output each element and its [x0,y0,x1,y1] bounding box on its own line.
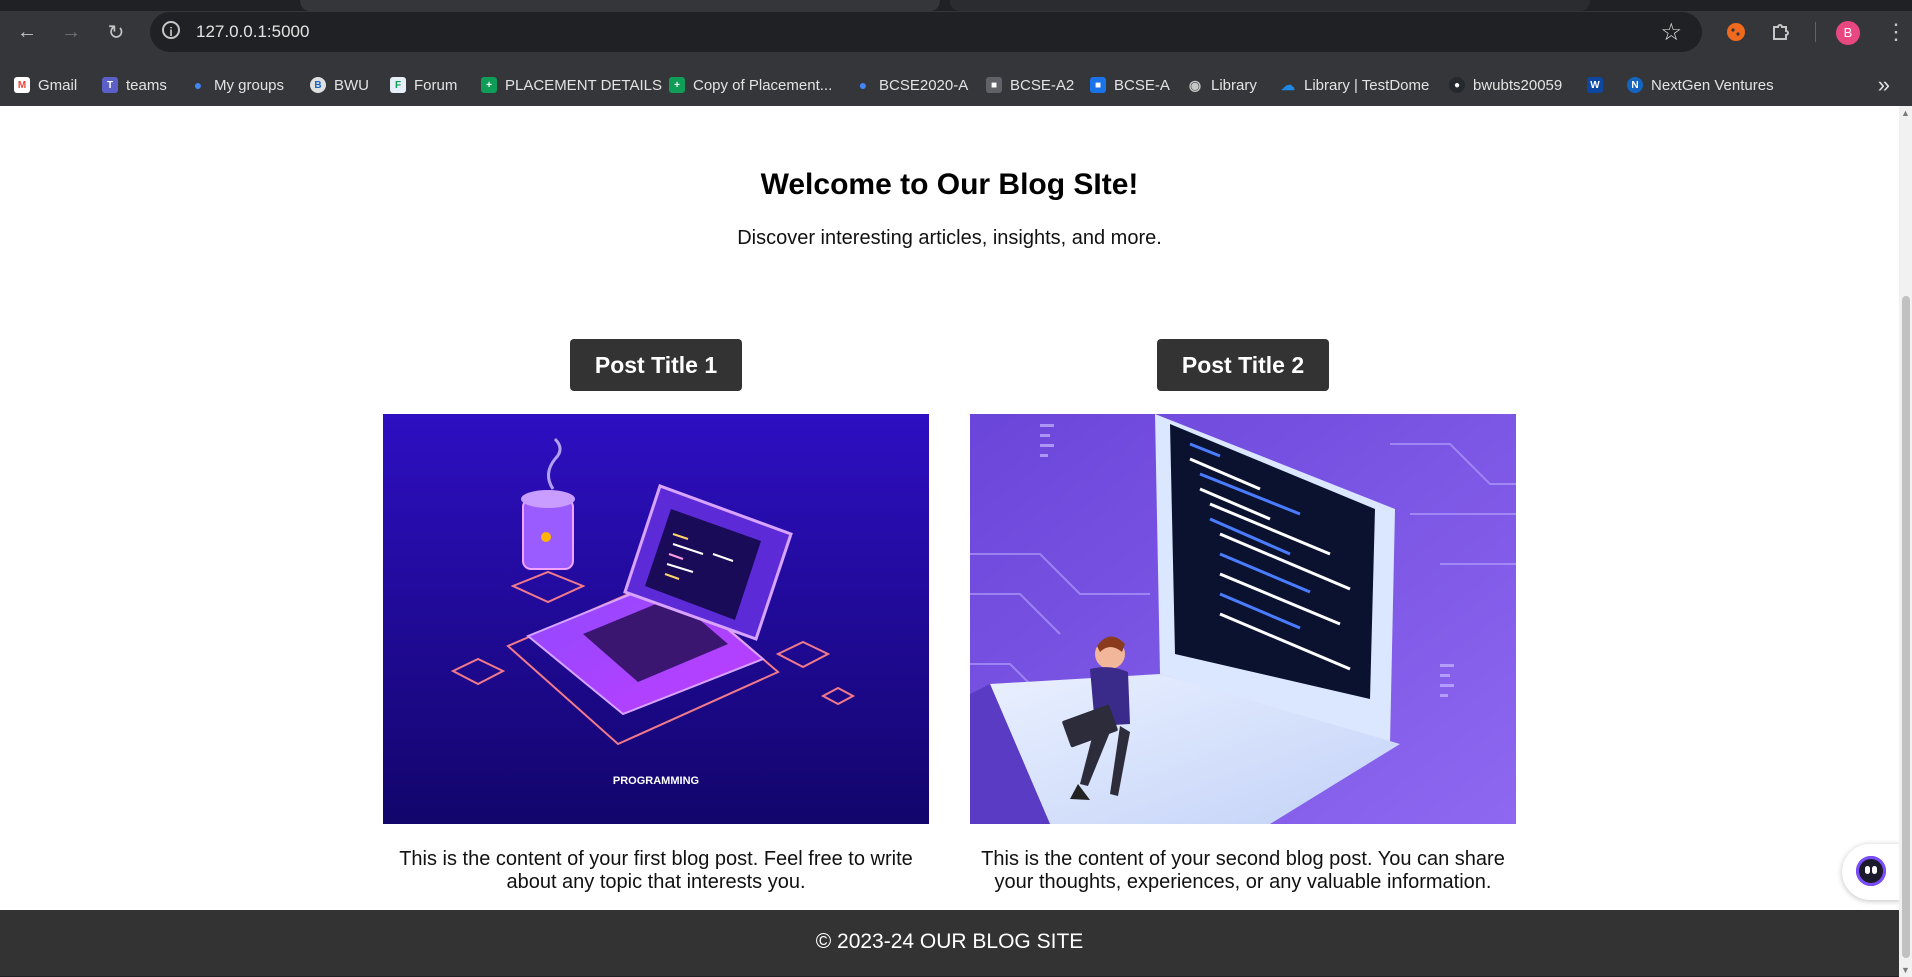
bookmarks-bar: M Gmail T teams ● My groups B BWU F Foru… [0,64,1912,107]
bookmark-label: teams [126,76,167,94]
address-bar[interactable]: i 127.0.0.1:5000 ☆ [150,12,1702,52]
bookmark-copy-of-placement[interactable]: + Copy of Placement... [669,74,832,96]
puzzle-icon [1773,24,1789,40]
bookmark-label: PLACEMENT DETAILS [505,76,662,94]
sheets-icon: + [481,77,497,93]
bookmark-bcse2020-a[interactable]: ● BCSE2020-A [855,74,968,96]
classroom-icon: ■ [1090,77,1106,93]
page-title: Welcome to Our Blog SIte! [760,168,1139,201]
chatbot-icon [1856,856,1886,886]
bookmark-bcse-a2[interactable]: ■ BCSE-A2 [986,74,1074,96]
w-icon: W [1587,77,1603,93]
gmail-icon: M [14,77,30,93]
bookmark-label: Library [1211,76,1257,94]
toolbar-separator [1815,22,1816,42]
bookmark-label: BWU [334,76,369,94]
cloud-icon: ☁ [1281,76,1295,93]
scroll-up-icon[interactable]: ▲ [1901,108,1910,118]
bookmark-label: BCSE-A [1114,76,1170,94]
post-title-button-1[interactable]: Post Title 1 [569,339,743,391]
arrow-left-icon: ← [17,20,37,43]
post-image-2 [970,414,1516,824]
bookmark-label: My groups [214,76,285,94]
arrow-right-icon: → [61,20,81,43]
post-excerpt-2: This is the content of your second blog … [981,848,1505,893]
globe-icon: ◉ [1188,76,1202,93]
bookmark-label: Library | TestDome [1304,76,1430,94]
inactive-tab-edge[interactable] [950,0,1590,11]
bookmark-bwu[interactable]: B BWU [310,74,369,96]
bookmark-teams[interactable]: T teams [102,74,167,96]
bwu-icon: B [310,77,326,93]
teams-icon: T [102,77,118,93]
reload-button[interactable]: ↻ [100,16,132,48]
bookmark-label: BCSE2020-A [879,76,969,94]
github-icon: ● [1449,77,1465,93]
scroll-down-icon[interactable]: ▼ [1901,965,1910,975]
page-subtitle: Discover interesting articles, insights,… [737,227,1162,249]
profile-avatar[interactable]: B [1836,21,1860,45]
bookmark-library-testdome[interactable]: ☁ Library | TestDome [1280,74,1429,96]
bookmark-label: BCSE-A2 [1010,76,1075,94]
nextgen-icon: N [1627,77,1643,93]
browser-menu-icon[interactable]: ⋮ [1885,16,1907,48]
sheets-icon: + [669,77,685,93]
forum-icon: F [390,77,406,93]
page-scrollbar[interactable]: ▲ ▼ [1899,106,1912,977]
bookmark-label: Gmail [38,76,78,94]
url-text[interactable]: 127.0.0.1:5000 [196,22,309,42]
back-button[interactable]: ← [11,16,43,48]
extension-cookie-icon [1727,23,1745,41]
reload-icon: ↻ [107,21,125,44]
groups-icon: ● [193,77,203,93]
browser-toolbar: ← → ↻ i 127.0.0.1:5000 ☆ B ⋮ [0,0,1912,64]
groups-icon: ● [858,77,868,93]
bookmarks-overflow-icon[interactable]: » [1878,72,1890,98]
tab-strip [0,0,1912,11]
extension-button[interactable] [1720,16,1752,48]
bookmark-label: Forum [414,76,458,94]
site-info-icon[interactable]: i [162,21,180,39]
bookmark-label: bwubts20059 [1473,76,1563,94]
bookmark-label: NextGen Ventures [1651,76,1774,94]
bookmark-gmail[interactable]: M Gmail [14,74,77,96]
extensions-menu-button[interactable] [1764,16,1796,48]
bookmark-label: Copy of Placement... [693,76,833,94]
scrollbar-thumb[interactable] [1902,296,1910,958]
blog-post-card-1: Post Title 1 PROGRAMMING This is the con… [383,339,929,894]
post-title-button-2[interactable]: Post Title 2 [1156,339,1330,391]
bookmark-star-icon[interactable]: ☆ [1660,18,1682,47]
bookmark-nextgen-ventures[interactable]: N NextGen Ventures [1627,74,1774,96]
site-footer: © 2023-24 OUR BLOG SITE [0,910,1899,976]
image-caption: PROGRAMMING [613,775,699,787]
laptop-illustration: PROGRAMMING [383,414,929,824]
bookmark-bcse-a[interactable]: ■ BCSE-A [1090,74,1170,96]
blog-post-card-2: Post Title 2 This is the content of your… [970,339,1516,894]
bookmark-bwubts20059[interactable]: ● bwubts20059 [1449,74,1562,96]
bookmark-w[interactable]: W [1587,74,1611,96]
classroom-icon: ■ [986,77,1002,93]
bookmark-forum[interactable]: F Forum [390,74,457,96]
page-viewport: Welcome to Our Blog SIte! Discover inter… [0,106,1899,976]
assistant-widget-button[interactable] [1842,844,1899,900]
bookmark-my-groups[interactable]: ● My groups [190,74,284,96]
post-image-1: PROGRAMMING [383,414,929,824]
bookmark-placement-details[interactable]: + PLACEMENT DETAILS [481,74,662,96]
post-excerpt-1: This is the content of your first blog p… [399,848,913,893]
person-on-laptop-illustration [970,414,1516,824]
active-tab-edge[interactable] [300,0,940,11]
bookmark-library[interactable]: ◉ Library [1187,74,1257,96]
forward-button[interactable]: → [55,16,87,48]
